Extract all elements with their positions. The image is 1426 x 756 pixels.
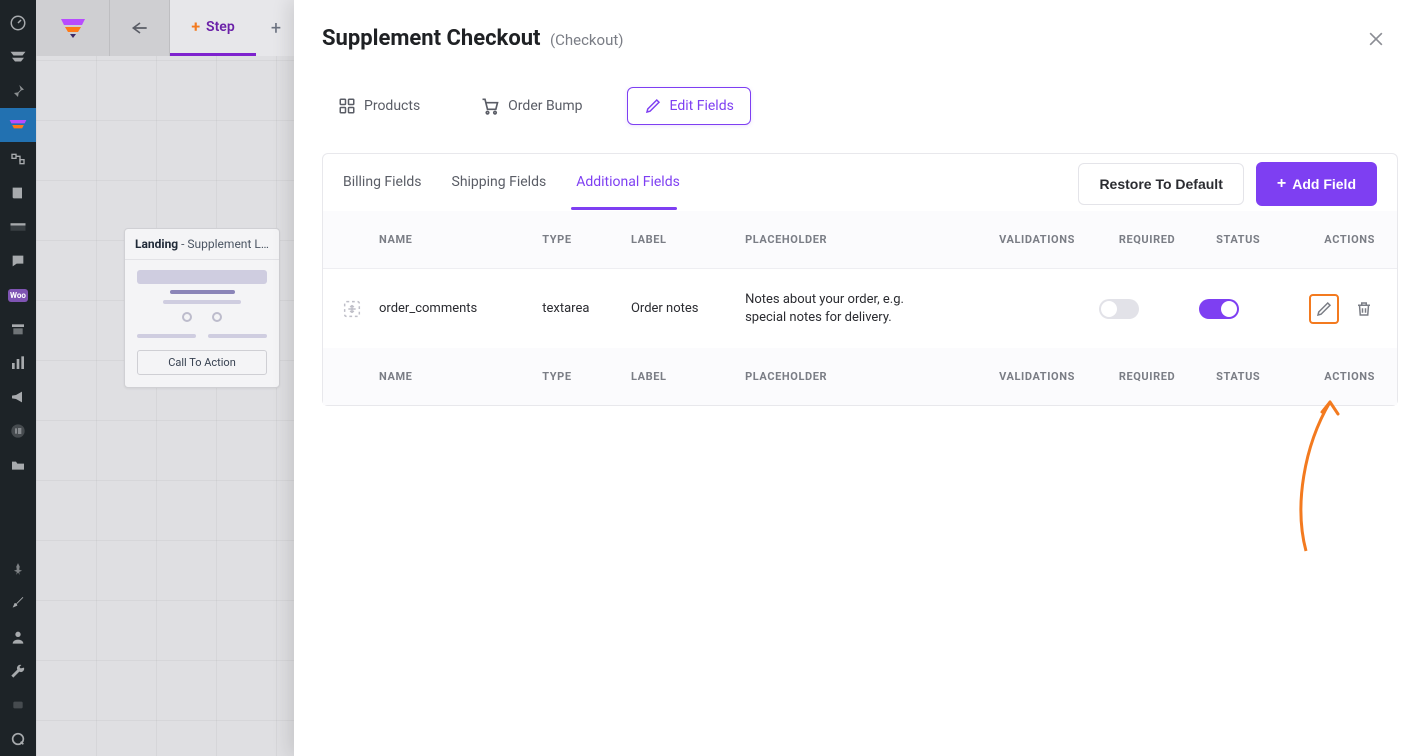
rail-item-elementor[interactable] [0, 414, 36, 448]
landing-step-card[interactable]: Landing - Supplement La… Call To Action [124, 228, 280, 388]
colf-placeholder: PLACEHOLDER [733, 348, 962, 405]
col-actions: ACTIONS [1272, 211, 1397, 269]
step-tab[interactable]: + Step [170, 0, 256, 56]
fields-card: Billing Fields Shipping Fields Additiona… [322, 153, 1398, 406]
rail-item-user[interactable] [0, 620, 36, 654]
top-toolbar: + Step + [36, 0, 296, 56]
cta-button[interactable]: Call To Action [137, 350, 267, 375]
rail-item-wrench[interactable] [0, 654, 36, 688]
rail-item-woo[interactable]: Woo [0, 278, 36, 312]
add-field-label: Add Field [1292, 176, 1356, 192]
close-button[interactable] [1366, 29, 1386, 49]
add-field-button[interactable]: + Add Field [1256, 162, 1377, 206]
landing-card-title-bold: Landing [135, 237, 178, 251]
row-label: Order notes [619, 269, 733, 349]
panel-title-text: Supplement Checkout [322, 26, 541, 51]
grid-icon [338, 97, 356, 115]
colf-status: STATUS [1187, 348, 1272, 405]
active-tab-indicator [571, 207, 677, 210]
tab-products-label: Products [364, 98, 420, 114]
rail-item-comment[interactable] [0, 244, 36, 278]
rail-item-q[interactable] [0, 722, 36, 756]
tab-products[interactable]: Products [322, 88, 436, 124]
tab-order-bump-label: Order Bump [508, 98, 582, 114]
add-step-button[interactable]: + [256, 0, 296, 56]
col-type: TYPE [530, 211, 619, 269]
required-toggle[interactable] [1099, 299, 1139, 319]
restore-default-button[interactable]: Restore To Default [1078, 163, 1243, 205]
tab-edit-fields-label: Edit Fields [670, 98, 734, 114]
plus-icon: + [191, 17, 200, 36]
col-label: LABEL [619, 211, 733, 269]
rail-item-brush[interactable] [0, 586, 36, 620]
table-row: order_comments textarea Order notes Note… [323, 269, 1397, 349]
col-name: NAME [323, 211, 530, 269]
rail-item-pin[interactable] [0, 74, 36, 108]
col-validations: VALIDATIONS [962, 211, 1087, 269]
edit-row-button[interactable] [1309, 294, 1339, 324]
rail-item-generic-2[interactable] [0, 142, 36, 176]
row-type: textarea [530, 269, 619, 349]
col-required: REQUIRED [1087, 211, 1187, 269]
colf-name: NAME [323, 348, 530, 405]
fieldtab-shipping[interactable]: Shipping Fields [452, 174, 547, 208]
rail-item-archive[interactable] [0, 312, 36, 346]
tab-edit-fields[interactable]: Edit Fields [627, 87, 751, 125]
tab-order-bump[interactable]: Order Bump [464, 87, 598, 125]
pencil-icon [644, 97, 662, 115]
rail-item-analytics[interactable] [0, 346, 36, 380]
panel-tabs: Products Order Bump Edit Fields [294, 69, 1426, 153]
colf-label: LABEL [619, 348, 733, 405]
rail-item-megaphone[interactable] [0, 380, 36, 414]
drag-handle-icon[interactable] [341, 298, 363, 320]
panel-title: Supplement Checkout (Checkout) [322, 26, 624, 51]
fieldtab-billing[interactable]: Billing Fields [343, 174, 422, 208]
colf-validations: VALIDATIONS [962, 348, 1087, 405]
rail-item-pin2[interactable] [0, 552, 36, 586]
row-validations [962, 269, 1087, 349]
rail-item-dashboard[interactable] [0, 6, 36, 40]
back-button[interactable] [110, 0, 170, 56]
cart-icon [480, 96, 500, 116]
plus-icon: + [271, 18, 281, 39]
landing-card-preview: Call To Action [125, 260, 279, 387]
colf-type: TYPE [530, 348, 619, 405]
colf-required: REQUIRED [1087, 348, 1187, 405]
rail-item-generic-3[interactable] [0, 210, 36, 244]
checkout-settings-panel: Supplement Checkout (Checkout) Products … [294, 0, 1426, 756]
admin-rail: Woo [0, 0, 36, 756]
rail-item-generic-1[interactable] [0, 40, 36, 74]
field-group-tabs: Billing Fields Shipping Fields Additiona… [343, 174, 680, 208]
landing-card-title-suffix: - Supplement La… [178, 237, 275, 251]
step-tab-label: Step [206, 19, 235, 35]
rail-item-book[interactable] [0, 176, 36, 210]
fields-table: NAME TYPE LABEL PLACEHOLDER VALIDATIONS … [323, 211, 1397, 405]
delete-row-button[interactable] [1349, 294, 1379, 324]
colf-actions: ACTIONS [1272, 348, 1397, 405]
col-placeholder: PLACEHOLDER [733, 211, 962, 269]
panel-subtitle: (Checkout) [550, 31, 624, 49]
row-placeholder: Notes about your order, e.g. special not… [745, 291, 905, 326]
row-name: order_comments [379, 301, 477, 316]
col-status: STATUS [1187, 211, 1272, 269]
rail-item-cartflows[interactable] [0, 108, 36, 142]
rail-item-plug[interactable] [0, 688, 36, 722]
app-logo[interactable] [36, 0, 110, 56]
fieldtab-additional[interactable]: Additional Fields [576, 174, 680, 208]
landing-card-title: Landing - Supplement La… [125, 229, 279, 260]
plus-icon: + [1277, 175, 1286, 193]
rail-item-folder[interactable] [0, 448, 36, 482]
pencil-icon [1315, 300, 1333, 318]
status-toggle[interactable] [1199, 299, 1239, 319]
trash-icon [1355, 300, 1373, 318]
